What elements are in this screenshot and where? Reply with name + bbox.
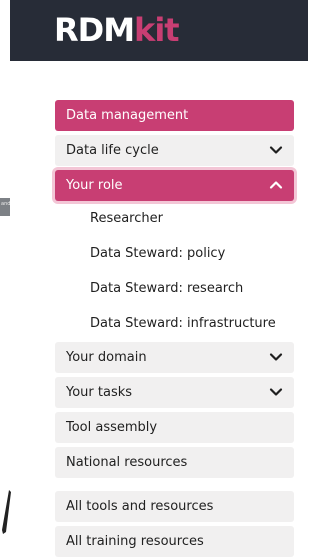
chevron-down-icon: [269, 388, 283, 396]
pen-icon: [2, 490, 11, 534]
nav-item-label: All tools and resources: [66, 499, 214, 514]
sub-item-researcher[interactable]: Researcher: [90, 211, 163, 226]
side-tab-label: and: [1, 201, 10, 207]
nav-item-tool-assembly[interactable]: Tool assembly: [55, 412, 294, 443]
sub-item-data-steward-policy[interactable]: Data Steward: policy: [90, 246, 225, 261]
logo-text-main: RDM: [54, 11, 135, 49]
rdmkit-logo[interactable]: RDMkit: [54, 10, 180, 50]
nav-item-your-domain[interactable]: Your domain: [55, 342, 294, 373]
chevron-up-icon: [269, 181, 283, 189]
nav-item-your-tasks[interactable]: Your tasks: [55, 377, 294, 408]
nav-item-national-resources[interactable]: National resources: [55, 447, 294, 478]
nav-item-all-training-resources[interactable]: All training resources: [55, 526, 294, 557]
nav-item-all-tools-and-resources[interactable]: All tools and resources: [55, 491, 294, 522]
chevron-down-icon: [269, 353, 283, 361]
nav-item-label: National resources: [66, 455, 188, 470]
nav-item-label: All training resources: [66, 534, 204, 549]
sub-item-data-steward-infrastructure[interactable]: Data Steward: infrastructure: [90, 316, 276, 331]
nav-item-label: Data management: [66, 108, 189, 123]
site-header: RDMkit: [10, 0, 308, 61]
nav-item-your-role[interactable]: Your role: [55, 170, 294, 201]
nav-item-label: Your domain: [66, 350, 147, 365]
nav-item-label: Data life cycle: [66, 143, 159, 158]
sub-item-data-steward-research[interactable]: Data Steward: research: [90, 281, 243, 296]
logo-text-accent: kit: [134, 11, 180, 49]
nav-item-data-life-cycle[interactable]: Data life cycle: [55, 135, 294, 166]
nav-item-label: Tool assembly: [66, 420, 158, 435]
side-tab[interactable]: and: [0, 198, 10, 216]
nav-item-data-management[interactable]: Data management: [55, 100, 294, 131]
nav-item-label: Your tasks: [66, 385, 133, 400]
chevron-down-icon: [269, 146, 283, 154]
nav-item-label: Your role: [66, 178, 123, 193]
